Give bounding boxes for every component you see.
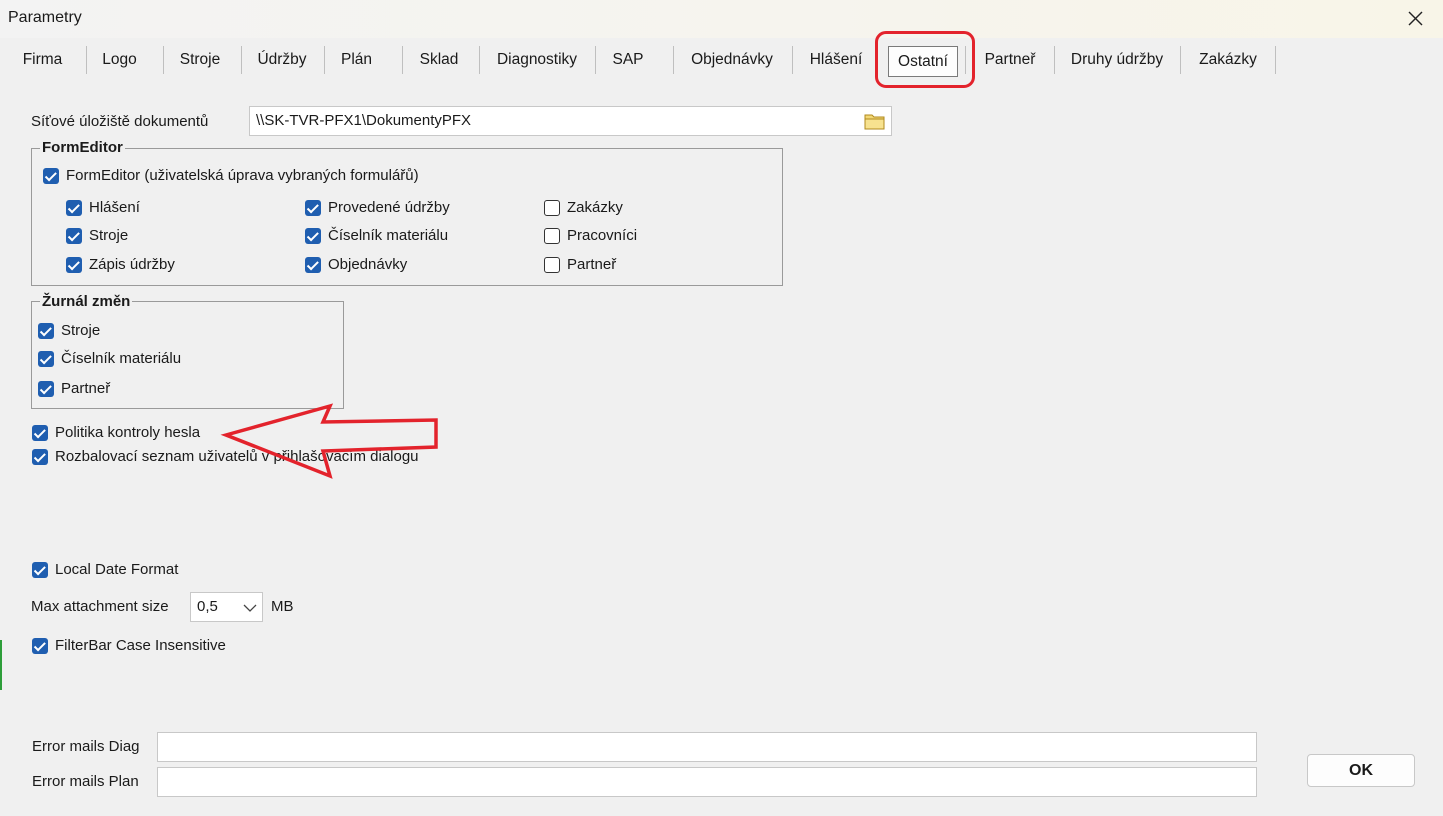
tab-zakazky[interactable]: Zakázky [1181, 38, 1275, 82]
error-mails-plan-input[interactable] [157, 767, 1257, 797]
checkbox-unchecked-icon [544, 228, 560, 244]
checkbox-checked-icon [32, 449, 48, 465]
checkbox-label: Zakázky [567, 199, 623, 216]
checkbox-checked-icon [32, 425, 48, 441]
checkbox-checked-icon [305, 200, 321, 216]
checkbox-label: Partneř [61, 380, 111, 397]
tab-separator [1275, 46, 1276, 74]
checkbox-label: Partneř [567, 256, 617, 273]
folder-icon [864, 114, 885, 130]
storage-path-input[interactable]: \\SK-TVR-PFX1\DokumentyPFX [249, 106, 892, 136]
tab-strip: Firma Logo Stroje Údržby Plán Sklad Diag… [0, 38, 1443, 82]
title-bar [0, 0, 1443, 38]
chevron-down-icon [243, 604, 257, 612]
max-attachment-label: Max attachment size [31, 598, 169, 615]
tab-stroje[interactable]: Stroje [164, 38, 236, 82]
ok-button[interactable]: OK [1307, 754, 1415, 787]
tab-hlaseni[interactable]: Hlášení [793, 38, 879, 82]
checkbox-label: Číselník materiálu [328, 227, 449, 244]
checkbox-unchecked-icon [544, 257, 560, 273]
checkbox-checked-icon [66, 228, 82, 244]
max-attachment-value: 0,5 [197, 598, 218, 615]
storage-path-value: \\SK-TVR-PFX1\DokumentyPFX [256, 112, 472, 129]
formeditor-group-title: FormEditor [40, 139, 125, 156]
checkbox-label: FormEditor (uživatelská úprava vybraných… [66, 167, 419, 184]
checkbox-label: Provedené údržby [328, 199, 450, 216]
checkbox-checked-icon [305, 228, 321, 244]
checkbox-checked-icon [38, 323, 54, 339]
tab-plan[interactable]: Plán [325, 38, 388, 82]
checkbox-label: Politika kontroly hesla [55, 424, 201, 441]
checkbox-checked-icon [38, 381, 54, 397]
checkbox-checked-icon [32, 562, 48, 578]
checkbox-checked-icon [43, 168, 59, 184]
tab-firma[interactable]: Firma [10, 38, 75, 82]
max-attachment-unit: MB [271, 598, 294, 615]
checkbox-label: Zápis údržby [89, 256, 175, 273]
max-attachment-select[interactable]: 0,5 [190, 592, 263, 622]
checkbox-checked-icon [66, 257, 82, 273]
checkbox-label: Číselník materiálu [61, 350, 182, 367]
tab-diagnostiky[interactable]: Diagnostiky [480, 38, 594, 82]
tab-druhy-udrzby[interactable]: Druhy údržby [1055, 38, 1179, 82]
checkbox-label: Hlášení [89, 199, 140, 216]
checkbox-checked-icon [38, 351, 54, 367]
tab-udrzby[interactable]: Údržby [242, 38, 322, 82]
tab-logo[interactable]: Logo [87, 38, 152, 82]
error-mails-diag-label: Error mails Diag [32, 738, 140, 755]
checkbox-label: Stroje [61, 322, 101, 339]
close-button[interactable] [1398, 4, 1434, 34]
window-title: Parametry [8, 9, 82, 26]
journal-group-title: Žurnál změn [40, 293, 133, 310]
annotation-highlight-rect [875, 31, 975, 88]
error-mails-diag-input[interactable] [157, 732, 1257, 762]
error-mails-plan-label: Error mails Plan [32, 773, 139, 790]
checkbox-checked-icon [32, 638, 48, 654]
tab-partnerí[interactable]: Partneř [966, 38, 1054, 82]
tab-sap[interactable]: SAP [596, 38, 660, 82]
window-edge-accent [0, 640, 2, 690]
checkbox-label: Objednávky [328, 256, 408, 273]
tab-sklad[interactable]: Sklad [403, 38, 475, 82]
close-icon [1408, 11, 1423, 26]
checkbox-checked-icon [305, 257, 321, 273]
checkbox-label: Local Date Format [55, 561, 179, 578]
storage-label: Síťové úložiště dokumentů [31, 113, 209, 130]
folder-browse-button[interactable] [864, 112, 886, 134]
checkbox-unchecked-icon [544, 200, 560, 216]
annotation-arrow-icon [220, 403, 438, 479]
tab-objednavky[interactable]: Objednávky [674, 38, 790, 82]
checkbox-checked-icon [66, 200, 82, 216]
checkbox-label: Pracovníci [567, 227, 638, 244]
checkbox-label: FilterBar Case Insensitive [55, 637, 226, 654]
checkbox-label: Stroje [89, 227, 129, 244]
